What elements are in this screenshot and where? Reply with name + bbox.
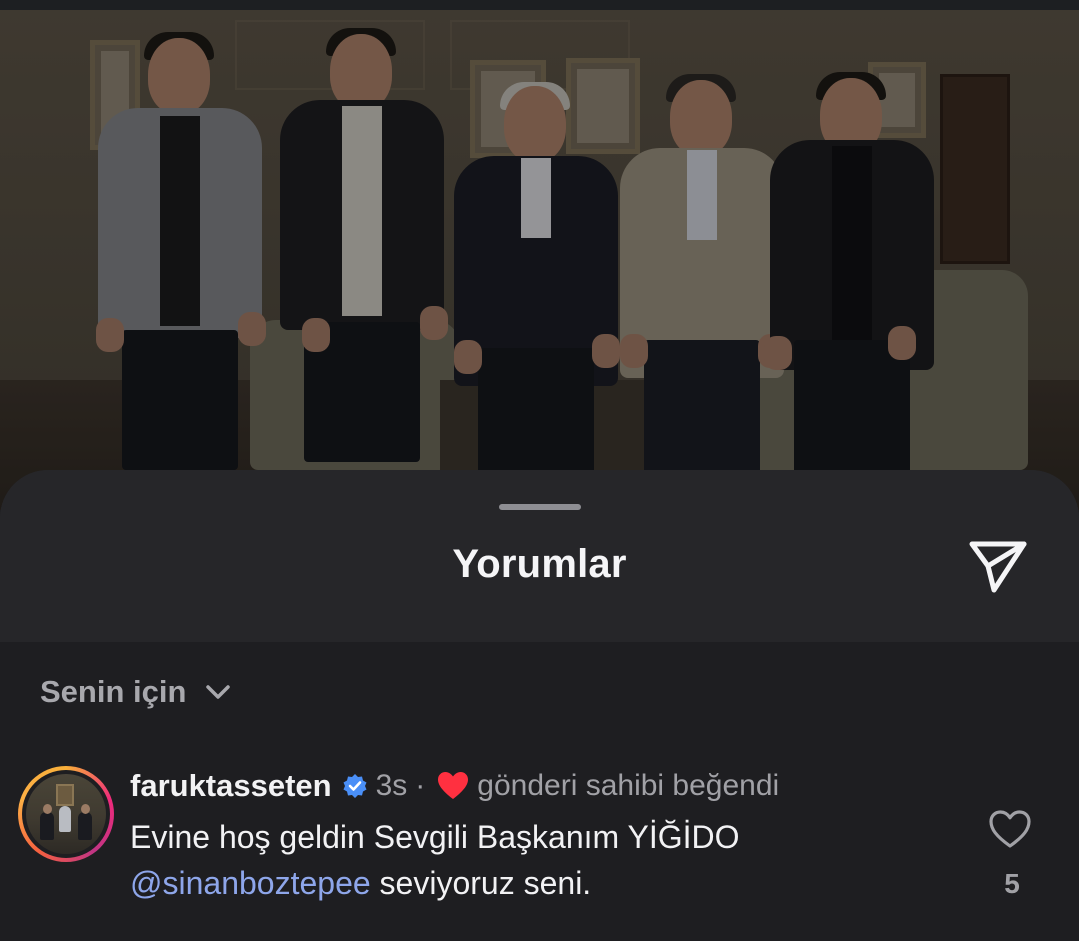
avatar[interactable]: [18, 766, 114, 862]
comment-text-tail: seviyoruz seni.: [370, 865, 592, 901]
comment-username[interactable]: faruktasseten: [130, 768, 332, 804]
comment-text: Evine hoş geldin Sevgili Başkanım YİĞİDO…: [130, 814, 920, 906]
liked-by-author-text: gönderi sahibi beğendi: [477, 769, 780, 802]
comment-time: 3s: [375, 769, 408, 802]
screen: Yorumlar Senin için faruktasseten 3s · g…: [0, 0, 1079, 941]
send-icon: [969, 541, 1027, 593]
comments-sheet: Yorumlar Senin için faruktasseten 3s · g…: [0, 470, 1079, 941]
post-photo: [0, 0, 1079, 510]
avatar-image: [26, 774, 106, 854]
share-button[interactable]: [966, 536, 1030, 594]
sort-label: Senin için: [40, 674, 187, 709]
meta-separator: ·: [415, 769, 426, 802]
chevron-down-icon: [206, 685, 231, 699]
author-liked-heart-icon: [438, 772, 469, 799]
drag-handle[interactable]: [499, 504, 581, 510]
like-comment-button[interactable]: [988, 808, 1032, 850]
heart-outline-icon: [989, 810, 1031, 848]
comment-item: faruktasseten 3s · gönderi sahibi beğend…: [18, 766, 1058, 916]
comment-text-line: Evine hoş geldin Sevgili Başkanım YİĞİDO: [130, 819, 740, 855]
sheet-title: Yorumlar: [452, 542, 627, 586]
mention-link[interactable]: @sinanboztepee: [130, 865, 371, 901]
comment-sort-dropdown[interactable]: Senin için: [40, 674, 232, 710]
comment-meta: faruktasseten 3s · gönderi sahibi beğend…: [130, 766, 779, 806]
like-count: 5: [1004, 868, 1020, 899]
verified-badge-icon: [343, 774, 367, 798]
